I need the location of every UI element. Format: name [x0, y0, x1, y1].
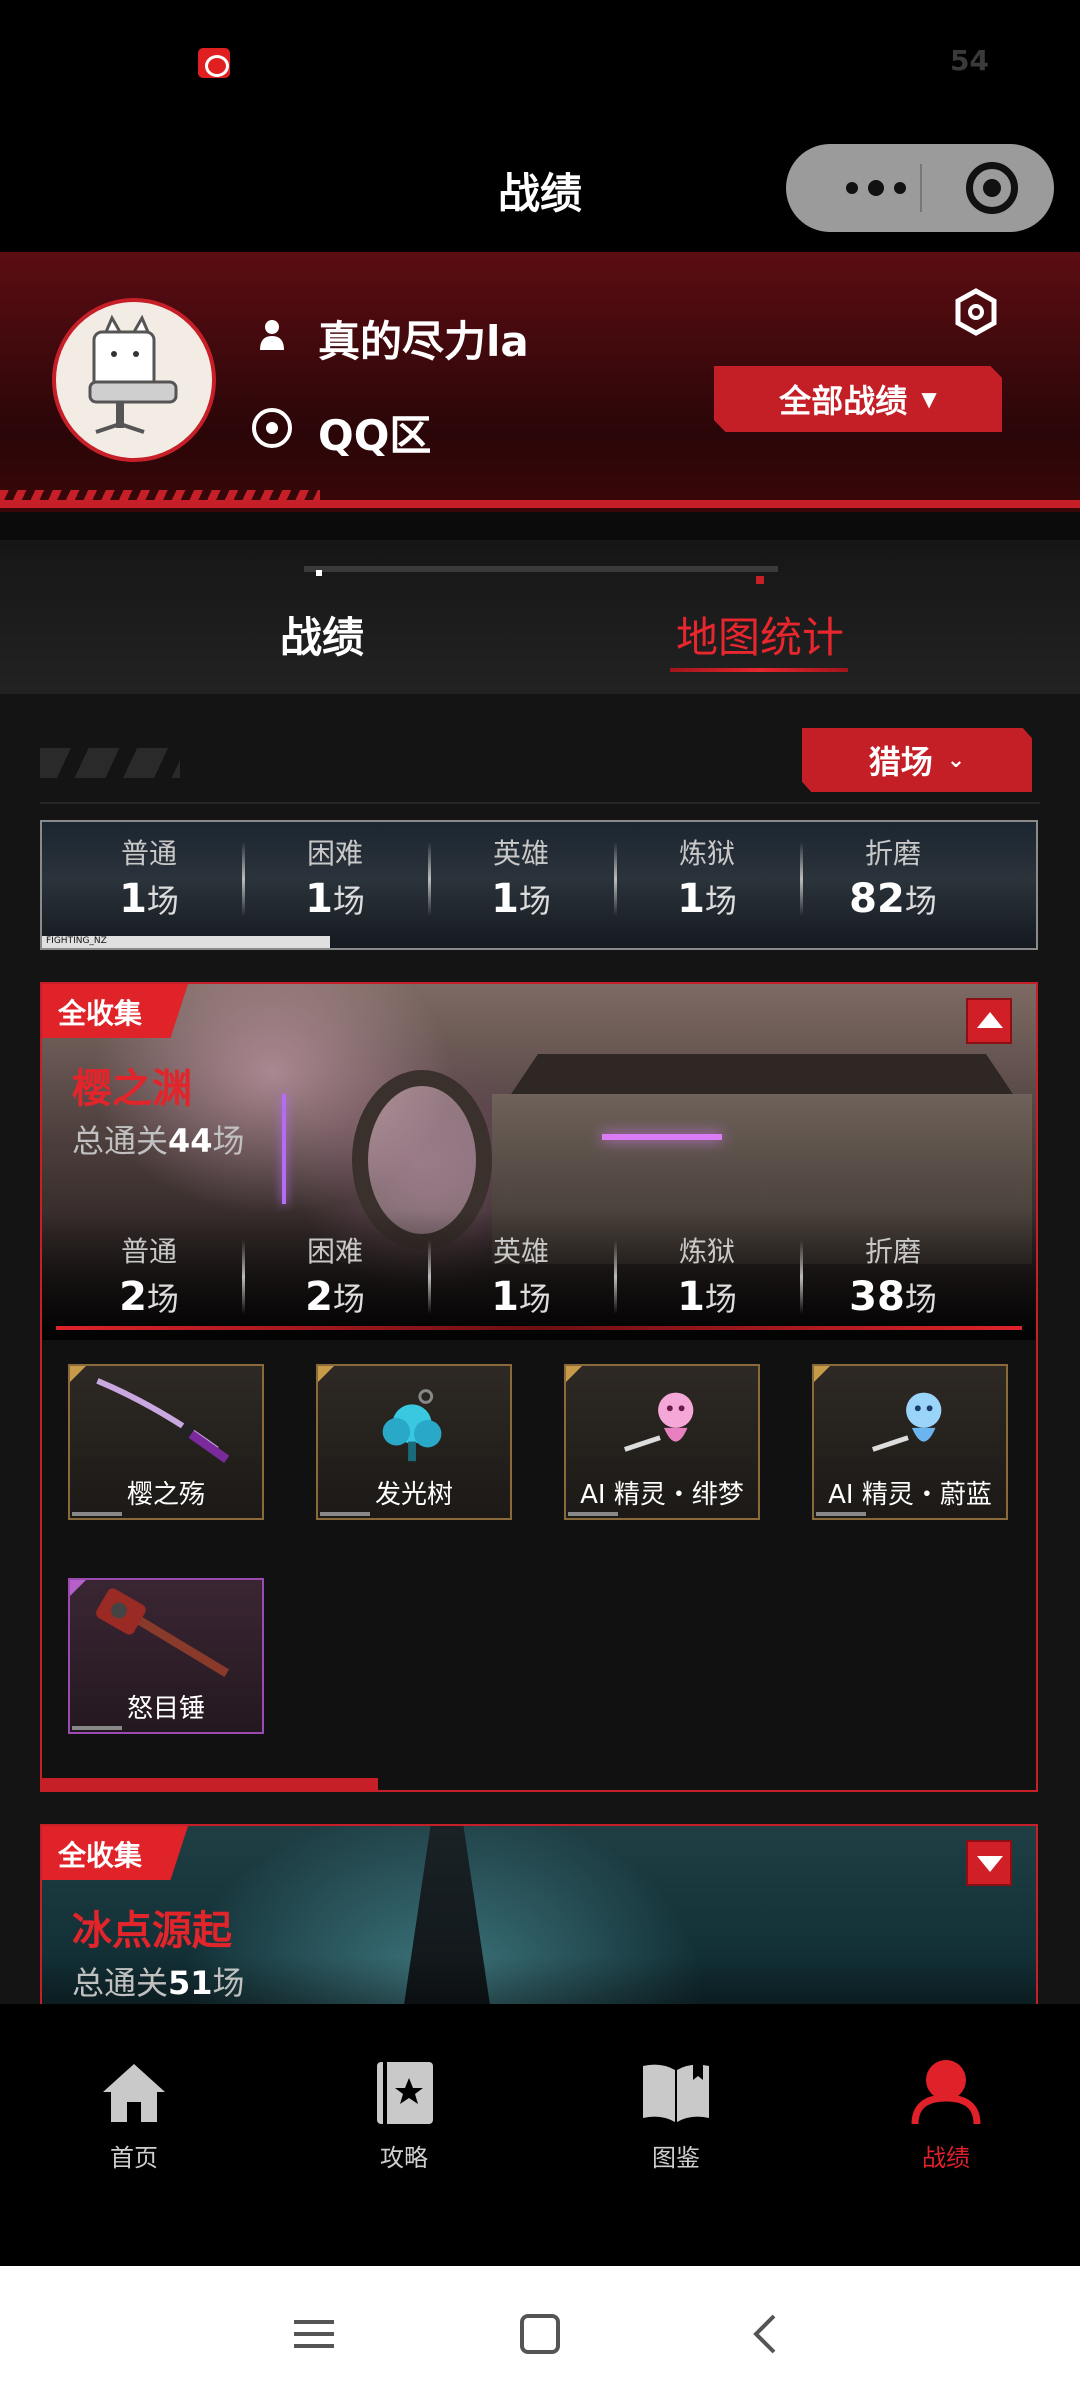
card-footer-tag: [42, 1778, 522, 1790]
settings-hexagon-icon[interactable]: [954, 288, 998, 336]
expand-toggle-icon[interactable]: [966, 1840, 1012, 1886]
stat-torment: 折磨 38场: [800, 1230, 986, 1320]
reward-item[interactable]: 樱之殇: [68, 1364, 264, 1520]
nav-home[interactable]: 首页: [64, 2058, 204, 2173]
home-icon: [103, 2064, 165, 2122]
avatar[interactable]: [52, 298, 216, 462]
menu-icon[interactable]: [284, 2306, 344, 2362]
decorative-chevrons: [40, 748, 180, 778]
map-card[interactable]: 全收集 樱之渊 总通关44场 普通 2场 困难 2场 英雄 1场 炼狱 1场 折…: [40, 982, 1038, 1792]
map-name: 冰点源起: [72, 1908, 232, 1954]
back-icon[interactable]: [736, 2306, 796, 2362]
status-bar: 54: [0, 0, 1080, 120]
tab-bar: 战绩 地图统计: [0, 540, 1080, 694]
card-divider: [56, 1326, 1022, 1330]
decorative-stripes: [0, 490, 320, 500]
reward-item[interactable]: AI 精灵・绯梦: [564, 1364, 760, 1520]
user-icon: [260, 320, 284, 350]
nav-guide[interactable]: 攻略: [334, 2058, 474, 2173]
stat-hard: 困难 2场: [242, 1230, 428, 1320]
tab-track: [304, 566, 778, 572]
nav-records[interactable]: 战绩: [876, 2058, 1016, 2173]
mini-program-capsule: [786, 144, 1054, 232]
bottom-navigation: 首页 攻略 图鉴 战绩: [0, 2004, 1080, 2266]
full-collection-badge: 全收集: [42, 984, 188, 1038]
chevron-down-icon: ⌄: [946, 747, 966, 773]
summary-stats-row: 普通 1场 困难 1场 英雄 1场 炼狱 1场 折磨 82场: [56, 832, 986, 922]
battery-level: 54: [950, 44, 989, 77]
reward-item[interactable]: 怒目锤: [68, 1578, 264, 1734]
map-card[interactable]: 全收集 冰点源起 总通关51场: [40, 1824, 1038, 2004]
mode-filter-label: 猎场: [868, 743, 933, 781]
profile-divider: [0, 500, 1080, 508]
tab-track-marker: [316, 570, 322, 576]
tab-map-statistics[interactable]: 地图统计: [676, 604, 844, 665]
map-total-clears: 总通关51场: [72, 1964, 245, 2002]
home-square-icon[interactable]: [510, 2306, 570, 2362]
hammer-icon: [96, 1588, 230, 1677]
more-options-icon[interactable]: [826, 144, 926, 232]
stat-inferno: 炼狱 1场: [614, 1230, 800, 1320]
stat-inferno: 炼狱 1场: [614, 832, 800, 922]
divider: [40, 802, 1040, 804]
avatar-cat-illustration: [88, 314, 178, 434]
stat-normal: 普通 2场: [119, 1235, 179, 1320]
panel-footer-tag: FIGHTING_NZ: [42, 936, 522, 948]
stat-hero: 英雄 1场: [428, 832, 614, 922]
capsule-divider: [920, 164, 922, 212]
mode-filter-dropdown[interactable]: 猎场 ⌄: [802, 728, 1032, 792]
summary-stats-panel: 普通 1场 困难 1场 英雄 1场 炼狱 1场 折磨 82场 FIGHTING_…: [40, 820, 1038, 950]
all-records-label: 全部战绩: [779, 382, 908, 420]
stat-hard: 困难 1场: [242, 832, 428, 922]
ai-sprite-blue-icon: [872, 1392, 942, 1452]
glowing-tree-icon: [382, 1389, 442, 1462]
system-navigation-bar: [0, 2266, 1080, 2400]
map-name: 樱之渊: [72, 1066, 192, 1112]
codex-book-icon: [643, 2064, 709, 2122]
user-name: 真的尽力la: [318, 317, 529, 366]
close-mini-program-icon[interactable]: [966, 162, 1018, 214]
all-records-dropdown[interactable]: 全部战绩 ▼: [714, 366, 1002, 432]
server-zone-icon: [252, 408, 292, 448]
profile-header: 真的尽力la QQ区 全部战绩 ▼: [0, 252, 1080, 512]
tab-track-marker-active: [756, 576, 764, 584]
ai-sprite-pink-icon: [624, 1392, 694, 1452]
reward-item[interactable]: 发光树: [316, 1364, 512, 1520]
stat-normal: 普通 1场: [119, 837, 179, 922]
katana-icon: [96, 1378, 230, 1463]
map-stats-row: 普通 2场 困难 2场 英雄 1场 炼狱 1场 折磨 38场: [56, 1230, 986, 1320]
caret-down-icon: ▼: [921, 387, 937, 411]
nav-codex[interactable]: 图鉴: [606, 2058, 746, 2173]
server-zone: QQ区: [318, 411, 432, 460]
full-collection-badge: 全收集: [42, 1826, 188, 1880]
map-total-clears: 总通关44场: [72, 1122, 245, 1160]
active-tab-underline: [670, 668, 848, 672]
title-bar: 战绩: [0, 120, 1080, 252]
reward-item[interactable]: AI 精灵・蔚蓝: [812, 1364, 1008, 1520]
stat-torment: 折磨 82场: [800, 832, 986, 922]
guide-book-icon: [377, 2062, 433, 2124]
app-notification-icon: [198, 48, 230, 78]
stat-hero: 英雄 1场: [428, 1230, 614, 1320]
tab-records[interactable]: 战绩: [280, 604, 364, 665]
profile-icon: [911, 2060, 981, 2125]
map-statistics-content[interactable]: 猎场 ⌄ 普通 1场 困难 1场 英雄 1场 炼狱 1场 折磨 82场 FIGH…: [0, 694, 1080, 2004]
collapse-toggle-icon[interactable]: [966, 998, 1012, 1044]
